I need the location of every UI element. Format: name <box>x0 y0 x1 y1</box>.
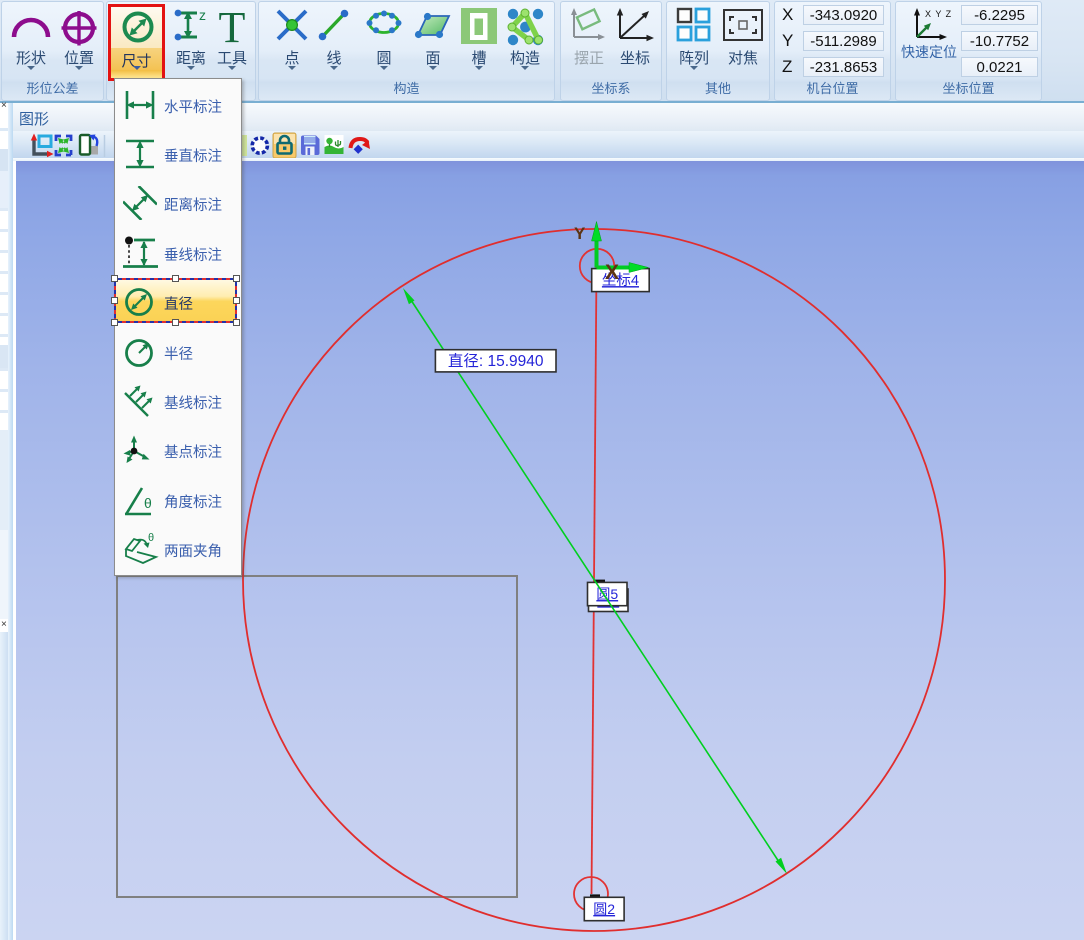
svg-text:直径: 15.9940: 直径: 15.9940 <box>448 352 544 370</box>
svg-text:X: X <box>605 261 619 284</box>
svg-text:Y: Y <box>574 224 586 243</box>
svg-text:θ: θ <box>148 532 154 544</box>
svg-text:θ: θ <box>144 495 152 511</box>
svg-text:圆2: 圆2 <box>593 901 615 917</box>
